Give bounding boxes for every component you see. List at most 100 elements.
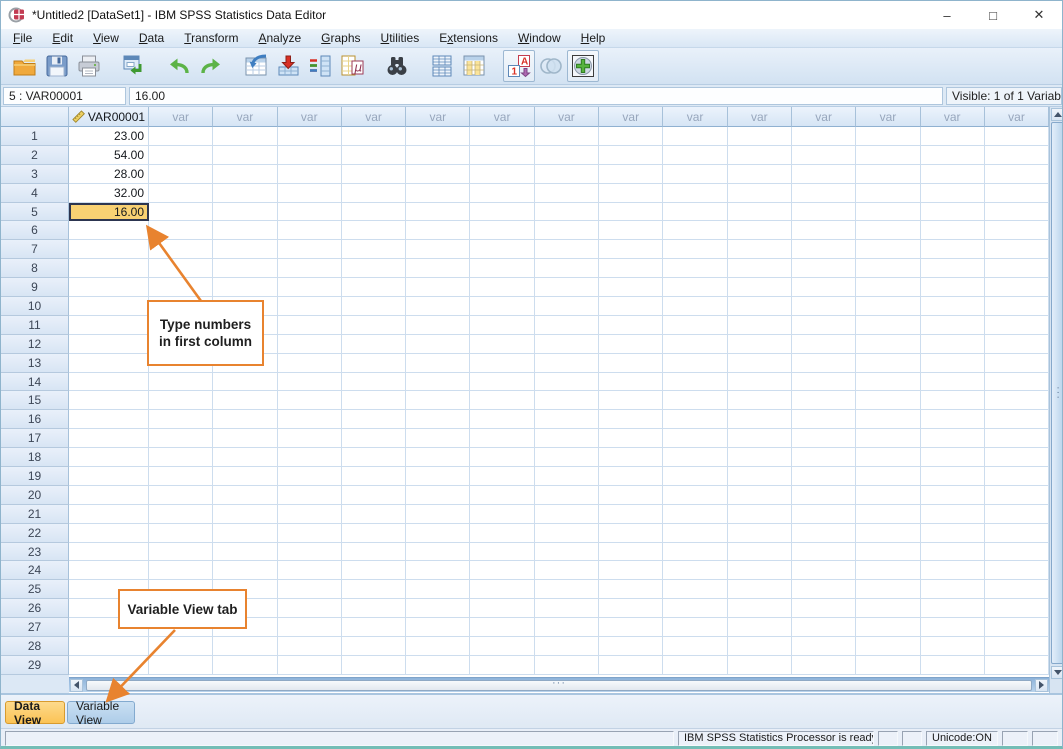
menu-window[interactable]: Window [508,29,571,47]
cell-row16-col13[interactable] [856,410,920,429]
minimize-button[interactable]: – [924,1,970,29]
menu-utilities[interactable]: Utilities [371,29,430,47]
scroll-right-button[interactable] [1035,679,1048,692]
cell-row21-col5[interactable] [342,505,406,524]
cell-row5-col10[interactable] [663,203,727,222]
cell-row20-col8[interactable] [535,486,599,505]
column-header-var00001[interactable]: VAR00001 [69,107,149,127]
cell-editor-field[interactable]: 16.00 [129,87,943,105]
cell-row17-col12[interactable] [792,429,856,448]
cell-row5-col11[interactable] [728,203,792,222]
cell-row9-col15[interactable] [985,278,1049,297]
cell-row6-col11[interactable] [728,221,792,240]
cell-row1-col4[interactable] [278,127,342,146]
cell-row23-col11[interactable] [728,543,792,562]
cell-row26-col15[interactable] [985,599,1049,618]
cell-row12-var00001[interactable] [69,335,149,354]
cell-row28-col12[interactable] [792,637,856,656]
cell-row11-col4[interactable] [278,316,342,335]
recall-dialogs-button[interactable] [118,50,150,82]
row-header-20[interactable]: 20 [1,486,69,505]
cell-row16-col10[interactable] [663,410,727,429]
cell-row14-col12[interactable] [792,373,856,392]
cell-row20-var00001[interactable] [69,486,149,505]
tab-variable-view[interactable]: Variable View [67,701,135,724]
cell-row24-col9[interactable] [599,561,663,580]
cell-row10-col6[interactable] [406,297,470,316]
cell-row4-col6[interactable] [406,184,470,203]
column-header-var-10[interactable]: var [663,107,727,127]
cell-row10-col14[interactable] [921,297,985,316]
cell-row18-col9[interactable] [599,448,663,467]
cell-row23-col15[interactable] [985,543,1049,562]
cell-row6-col7[interactable] [470,221,534,240]
cell-row8-col13[interactable] [856,259,920,278]
cell-row2-col12[interactable] [792,146,856,165]
menu-graphs[interactable]: Graphs [311,29,370,47]
cell-row12-col7[interactable] [470,335,534,354]
cell-row28-col13[interactable] [856,637,920,656]
cell-row18-col5[interactable] [342,448,406,467]
cell-row2-col14[interactable] [921,146,985,165]
column-header-var-3[interactable]: var [213,107,277,127]
cell-row2-col6[interactable] [406,146,470,165]
cell-row2-col8[interactable] [535,146,599,165]
menu-help[interactable]: Help [571,29,616,47]
menu-edit[interactable]: Edit [42,29,83,47]
cell-row25-col9[interactable] [599,580,663,599]
cell-row10-col7[interactable] [470,297,534,316]
cell-row12-col8[interactable] [535,335,599,354]
value-labels-button[interactable]: A1 [503,50,535,82]
cell-row1-col6[interactable] [406,127,470,146]
cell-row21-col13[interactable] [856,505,920,524]
cell-row6-col6[interactable] [406,221,470,240]
cell-row21-col6[interactable] [406,505,470,524]
cell-row12-col10[interactable] [663,335,727,354]
cell-row12-col11[interactable] [728,335,792,354]
cell-row6-col9[interactable] [599,221,663,240]
cell-row14-col9[interactable] [599,373,663,392]
cell-row17-col3[interactable] [213,429,277,448]
menu-view[interactable]: View [83,29,129,47]
cell-row11-col12[interactable] [792,316,856,335]
cell-row28-col9[interactable] [599,637,663,656]
cell-row22-col11[interactable] [728,524,792,543]
cell-row8-col15[interactable] [985,259,1049,278]
cell-row24-col12[interactable] [792,561,856,580]
cell-row19-col5[interactable] [342,467,406,486]
cell-row14-col2[interactable] [149,373,213,392]
cell-row29-col14[interactable] [921,656,985,675]
cell-row19-col6[interactable] [406,467,470,486]
cell-row13-col9[interactable] [599,354,663,373]
cell-row16-var00001[interactable] [69,410,149,429]
cell-row15-col9[interactable] [599,391,663,410]
cell-row29-col11[interactable] [728,656,792,675]
cell-row21-col14[interactable] [921,505,985,524]
cell-row26-col10[interactable] [663,599,727,618]
cell-row18-col6[interactable] [406,448,470,467]
cell-row6-col15[interactable] [985,221,1049,240]
cell-row14-var00001[interactable] [69,373,149,392]
cell-row21-col12[interactable] [792,505,856,524]
cell-row7-col10[interactable] [663,240,727,259]
cell-row24-col2[interactable] [149,561,213,580]
cell-row20-col11[interactable] [728,486,792,505]
goto-case-button[interactable] [240,50,272,82]
cell-row29-col7[interactable] [470,656,534,675]
cell-row23-col6[interactable] [406,543,470,562]
cell-row3-col8[interactable] [535,165,599,184]
column-header-var-7[interactable]: var [470,107,534,127]
cell-row13-col8[interactable] [535,354,599,373]
cell-row7-col15[interactable] [985,240,1049,259]
cell-row17-col15[interactable] [985,429,1049,448]
tab-data-view[interactable]: Data View [5,701,65,724]
cell-row1-col11[interactable] [728,127,792,146]
cell-row17-var00001[interactable] [69,429,149,448]
cell-row15-col6[interactable] [406,391,470,410]
descriptive-statistics-button[interactable]: μ [336,50,368,82]
cell-row5-col8[interactable] [535,203,599,222]
cell-row26-col7[interactable] [470,599,534,618]
cell-row19-col4[interactable] [278,467,342,486]
cell-row12-col13[interactable] [856,335,920,354]
cell-row7-col9[interactable] [599,240,663,259]
